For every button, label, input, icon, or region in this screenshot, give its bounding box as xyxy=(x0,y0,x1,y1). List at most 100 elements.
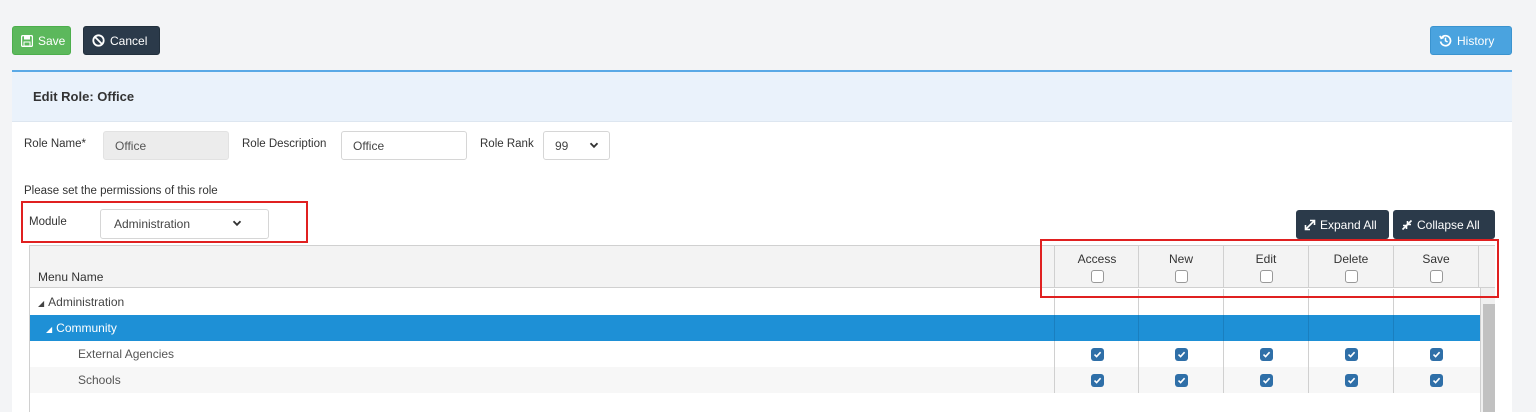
column-header-label: Save xyxy=(1422,252,1450,266)
column-header-label: Delete xyxy=(1333,252,1369,266)
role-description-label: Role Description xyxy=(242,138,327,150)
expand-all-label: Expand All xyxy=(1320,217,1377,232)
permission-cell xyxy=(1308,315,1393,341)
tree-row-label: External Agencies xyxy=(78,347,175,361)
select-all-edit-checkbox[interactable] xyxy=(1259,270,1273,283)
permission-checkbox-edit[interactable] xyxy=(1259,373,1273,387)
tree-row[interactable]: Schools xyxy=(30,367,1480,393)
column-header-access: Access xyxy=(1054,246,1139,288)
tree-row[interactable]: ◢ Community xyxy=(30,315,1480,341)
permission-checkbox-save[interactable] xyxy=(1429,373,1443,387)
permission-cell xyxy=(1223,289,1308,315)
column-header-delete: Delete xyxy=(1308,246,1393,288)
column-header-spacer xyxy=(1478,246,1495,288)
column-header-label: Edit xyxy=(1255,252,1277,266)
role-name-field[interactable]: Office xyxy=(103,131,229,160)
permission-cell xyxy=(1138,315,1223,341)
permission-checkbox-new[interactable] xyxy=(1174,373,1188,387)
role-rank-select[interactable]: 99 xyxy=(543,131,610,160)
tree-row[interactable]: ◢ Administration xyxy=(30,289,1480,315)
role-name-value: Office xyxy=(115,138,147,153)
grid-header: Menu Name Access New Edit Delete Save xyxy=(30,246,1495,288)
tree-row-label: Community xyxy=(56,321,117,335)
check-icon xyxy=(1432,351,1440,358)
expand-icon xyxy=(1304,219,1316,230)
tree-row[interactable]: External Agencies xyxy=(30,341,1480,367)
history-button-label: History xyxy=(1457,33,1495,48)
permission-cell xyxy=(1054,315,1139,341)
column-header-label: Access xyxy=(1077,252,1117,266)
permission-cell xyxy=(1054,367,1139,393)
tree-row-label: Schools xyxy=(78,373,121,387)
column-header-save: Save xyxy=(1393,246,1478,288)
check-icon xyxy=(1262,351,1270,358)
permission-cell xyxy=(1138,341,1223,367)
permission-checkbox-edit[interactable] xyxy=(1259,347,1273,361)
permission-checkbox-access[interactable] xyxy=(1090,347,1104,361)
save-button[interactable]: Save xyxy=(12,26,71,55)
history-button[interactable]: History xyxy=(1430,26,1512,55)
history-icon xyxy=(1439,34,1452,47)
toolbar: Save Cancel History xyxy=(0,0,1536,70)
permission-cell xyxy=(1054,289,1139,315)
permission-cell xyxy=(1308,367,1393,393)
compress-icon xyxy=(1401,219,1413,230)
permission-checkbox-access[interactable] xyxy=(1090,373,1104,387)
expand-toggle-icon[interactable]: ◢ xyxy=(46,325,52,334)
permission-cell xyxy=(1223,367,1308,393)
permission-cell xyxy=(1223,315,1308,341)
select-all-new-checkbox[interactable] xyxy=(1174,270,1188,283)
role-rank-label: Role Rank xyxy=(480,138,534,150)
select-all-save-checkbox[interactable] xyxy=(1429,270,1443,283)
chevron-down-icon xyxy=(232,220,242,227)
role-name-label: Role Name* xyxy=(24,138,86,150)
permission-cell xyxy=(1223,341,1308,367)
permission-checkbox-delete[interactable] xyxy=(1344,347,1358,361)
check-icon xyxy=(1262,377,1270,384)
check-icon xyxy=(1177,377,1185,384)
permission-cell xyxy=(1308,341,1393,367)
role-description-field[interactable]: Office xyxy=(341,131,467,160)
menu-name-header: Menu Name xyxy=(38,270,104,284)
expand-toggle-icon[interactable]: ◢ xyxy=(38,299,44,308)
check-icon xyxy=(1177,351,1185,358)
save-button-label: Save xyxy=(38,33,66,48)
permission-cell xyxy=(1308,289,1393,315)
permissions-hint: Please set the permissions of this role xyxy=(24,185,218,197)
chevron-down-icon xyxy=(589,142,599,149)
permission-cell xyxy=(1138,289,1223,315)
permission-cell xyxy=(1393,341,1478,367)
column-header-edit: Edit xyxy=(1223,246,1308,288)
permissions-grid: Menu Name Access New Edit Delete Save ◢ Admin… xyxy=(29,245,1495,412)
permission-checkbox-delete[interactable] xyxy=(1344,373,1358,387)
permission-cell xyxy=(1138,367,1223,393)
check-icon xyxy=(1093,351,1101,358)
permission-cell xyxy=(1393,315,1478,341)
check-icon xyxy=(1347,377,1355,384)
permission-cell xyxy=(1054,341,1139,367)
cancel-button[interactable]: Cancel xyxy=(83,26,160,55)
permission-checkbox-new[interactable] xyxy=(1174,347,1188,361)
floppy-disk-icon xyxy=(21,34,33,47)
check-icon xyxy=(1432,377,1440,384)
tree-row-label: Administration xyxy=(48,295,125,309)
module-select[interactable]: Administration xyxy=(100,209,269,239)
panel-title: Edit Role: Office xyxy=(12,72,1512,122)
grid-scrollbar[interactable] xyxy=(1480,288,1495,412)
select-all-access-checkbox[interactable] xyxy=(1090,270,1104,283)
column-header-new: New xyxy=(1138,246,1223,288)
module-value: Administration xyxy=(114,217,191,231)
permission-checkbox-save[interactable] xyxy=(1429,347,1443,361)
select-all-delete-checkbox[interactable] xyxy=(1344,270,1358,283)
check-icon xyxy=(1347,351,1355,358)
collapse-all-label: Collapse All xyxy=(1417,217,1480,232)
expand-all-button[interactable]: Expand All xyxy=(1296,210,1389,239)
permission-cell xyxy=(1393,367,1478,393)
column-header-label: New xyxy=(1168,252,1193,266)
collapse-all-button[interactable]: Collapse All xyxy=(1393,210,1495,239)
role-description-value: Office xyxy=(353,138,385,153)
module-label: Module xyxy=(29,216,67,228)
permission-cell xyxy=(1393,289,1478,315)
grid-scrollbar-thumb[interactable] xyxy=(1483,304,1495,412)
cancel-button-label: Cancel xyxy=(110,33,148,48)
